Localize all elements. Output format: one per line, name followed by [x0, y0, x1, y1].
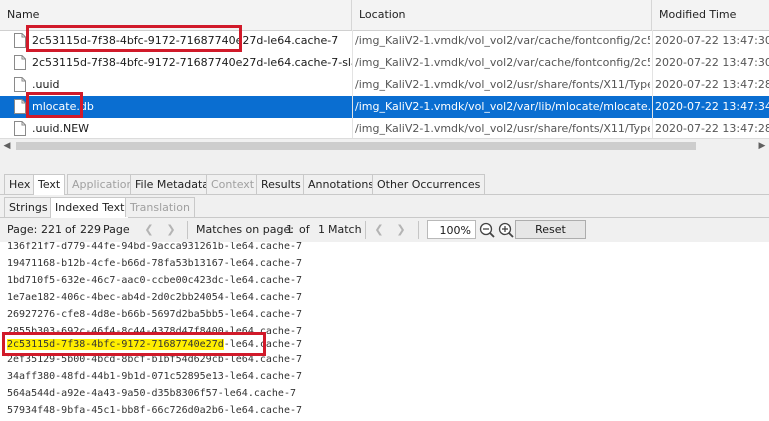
file-modified-time: 2020-07-22 13:47:30 G: [655, 56, 769, 69]
scroll-left-icon[interactable]: ◀: [0, 139, 14, 153]
text-toolbar: Page: 221 of 229 Page ❮ ❯ Matches on pag…: [0, 218, 769, 243]
page-label: Page:: [7, 223, 38, 236]
text-line: 19471168-b12b-4cfe-b66d-78fa53b13167-le6…: [7, 258, 303, 269]
table-row[interactable]: .uuid.NEW /img_KaliV2-1.vmdk/vol_vol2/us…: [0, 118, 769, 140]
text-line: 564a544d-a92e-4a43-9a50-d35b8306f57-le64…: [7, 388, 296, 399]
file-modified-time: 2020-07-22 13:47:28 G: [655, 78, 769, 91]
tab-strings[interactable]: Strings: [4, 197, 53, 217]
splitter[interactable]: [0, 152, 769, 173]
next-match-icon[interactable]: ❯: [392, 221, 410, 239]
text-line: 57934f48-9bfa-45c1-bb8f-66c726d0a2b6-le6…: [7, 405, 303, 416]
zoom-out-icon[interactable]: [478, 221, 496, 239]
tab-results[interactable]: Results: [256, 174, 306, 194]
tab-annotations[interactable]: Annotations: [303, 174, 380, 194]
annotation-box-filename: [26, 25, 242, 52]
match-of-label: of: [299, 223, 310, 236]
scroll-right-icon[interactable]: ▶: [755, 139, 769, 153]
file-name: .uuid.NEW: [32, 122, 90, 135]
match-word: Match: [328, 223, 362, 236]
text-line: 26927276-cfe8-4d8e-b66b-5697d2ba5bb5-le6…: [7, 309, 303, 320]
text-line: 1e7ae182-406c-4bec-ab4d-2d0c2bb24054-le6…: [7, 292, 303, 303]
file-icon: [14, 33, 26, 48]
file-location: /img_KaliV2-1.vmdk/vol_vol2/usr/share/fo…: [355, 122, 650, 135]
zoom-level[interactable]: 100%: [427, 220, 476, 239]
tab-hex[interactable]: Hex: [4, 174, 36, 194]
page-current: 221: [41, 223, 62, 236]
zoom-in-icon[interactable]: [497, 221, 515, 239]
text-line: 1bd710f5-632e-46c7-aac0-ccbe00c423dc-le6…: [7, 275, 303, 286]
horizontal-scrollbar[interactable]: ◀ ▶: [0, 138, 769, 153]
file-icon: [14, 121, 26, 136]
file-icon: [14, 99, 26, 114]
scrollbar-thumb[interactable]: [16, 142, 696, 150]
file-modified-time: 2020-07-22 13:47:28 G: [655, 122, 769, 135]
tab-other-occurrences[interactable]: Other Occurrences: [372, 174, 486, 194]
reset-zoom-button[interactable]: Reset: [515, 220, 586, 239]
tab-context[interactable]: Context: [206, 174, 260, 194]
table-row[interactable]: 2c53115d-7f38-4bfc-9172-71687740e27d-le6…: [0, 52, 769, 74]
match-current: 1: [286, 223, 293, 236]
table-row-selected[interactable]: mlocate.db /img_KaliV2-1.vmdk/vol_vol2/v…: [0, 96, 769, 118]
file-location: /img_KaliV2-1.vmdk/vol_vol2/usr/share/fo…: [355, 78, 650, 91]
text-viewer-subtabs: Strings Indexed Text Translation: [0, 195, 769, 218]
file-icon: [14, 77, 26, 92]
match-total: 1: [318, 223, 325, 236]
page-total: 229: [80, 223, 101, 236]
results-table: Name Location Modified Time 2c53115d-7f3…: [0, 0, 769, 140]
file-modified-time: 2020-07-22 13:47:34 G: [655, 100, 769, 113]
content-viewer-tabs: Hex Text Application File Metadata Conte…: [0, 172, 769, 195]
annotation-box-mlocate: [26, 92, 83, 118]
file-icon: [14, 55, 26, 70]
tab-file-metadata[interactable]: File Metadata: [130, 174, 214, 194]
previous-match-icon[interactable]: ❮: [370, 221, 388, 239]
previous-page-icon[interactable]: ❮: [140, 221, 158, 239]
tab-translation[interactable]: Translation: [125, 197, 195, 217]
text-line: 34aff380-48fd-44b1-9b1d-071c52895e13-le6…: [7, 371, 303, 382]
column-header-location[interactable]: Location: [352, 0, 652, 30]
page-of-label: of: [65, 223, 76, 236]
page-word: Page: [103, 223, 130, 236]
annotation-box-match: [2, 332, 266, 356]
column-header-modified[interactable]: Modified Time: [652, 0, 769, 30]
file-name: 2c53115d-7f38-4bfc-9172-71687740e27d-le6…: [32, 56, 352, 69]
file-modified-time: 2020-07-22 13:47:30 G: [655, 34, 769, 47]
tab-text[interactable]: Text: [33, 174, 66, 195]
file-location: /img_KaliV2-1.vmdk/vol_vol2/var/cache/fo…: [355, 56, 650, 69]
next-page-icon[interactable]: ❯: [162, 221, 180, 239]
tab-application[interactable]: Application: [67, 174, 139, 194]
matches-label: Matches on page:: [196, 223, 294, 236]
file-location: /img_KaliV2-1.vmdk/vol_vol2/var/cache/fo…: [355, 34, 650, 47]
table-row[interactable]: .uuid /img_KaliV2-1.vmdk/vol_vol2/usr/sh…: [0, 74, 769, 96]
file-location: /img_KaliV2-1.vmdk/vol_vol2/var/lib/mloc…: [355, 100, 650, 113]
text-line: 136f21f7-d779-44fe-94bd-9acca931261b-le6…: [7, 242, 303, 252]
tab-indexed-text[interactable]: Indexed Text: [50, 197, 130, 218]
